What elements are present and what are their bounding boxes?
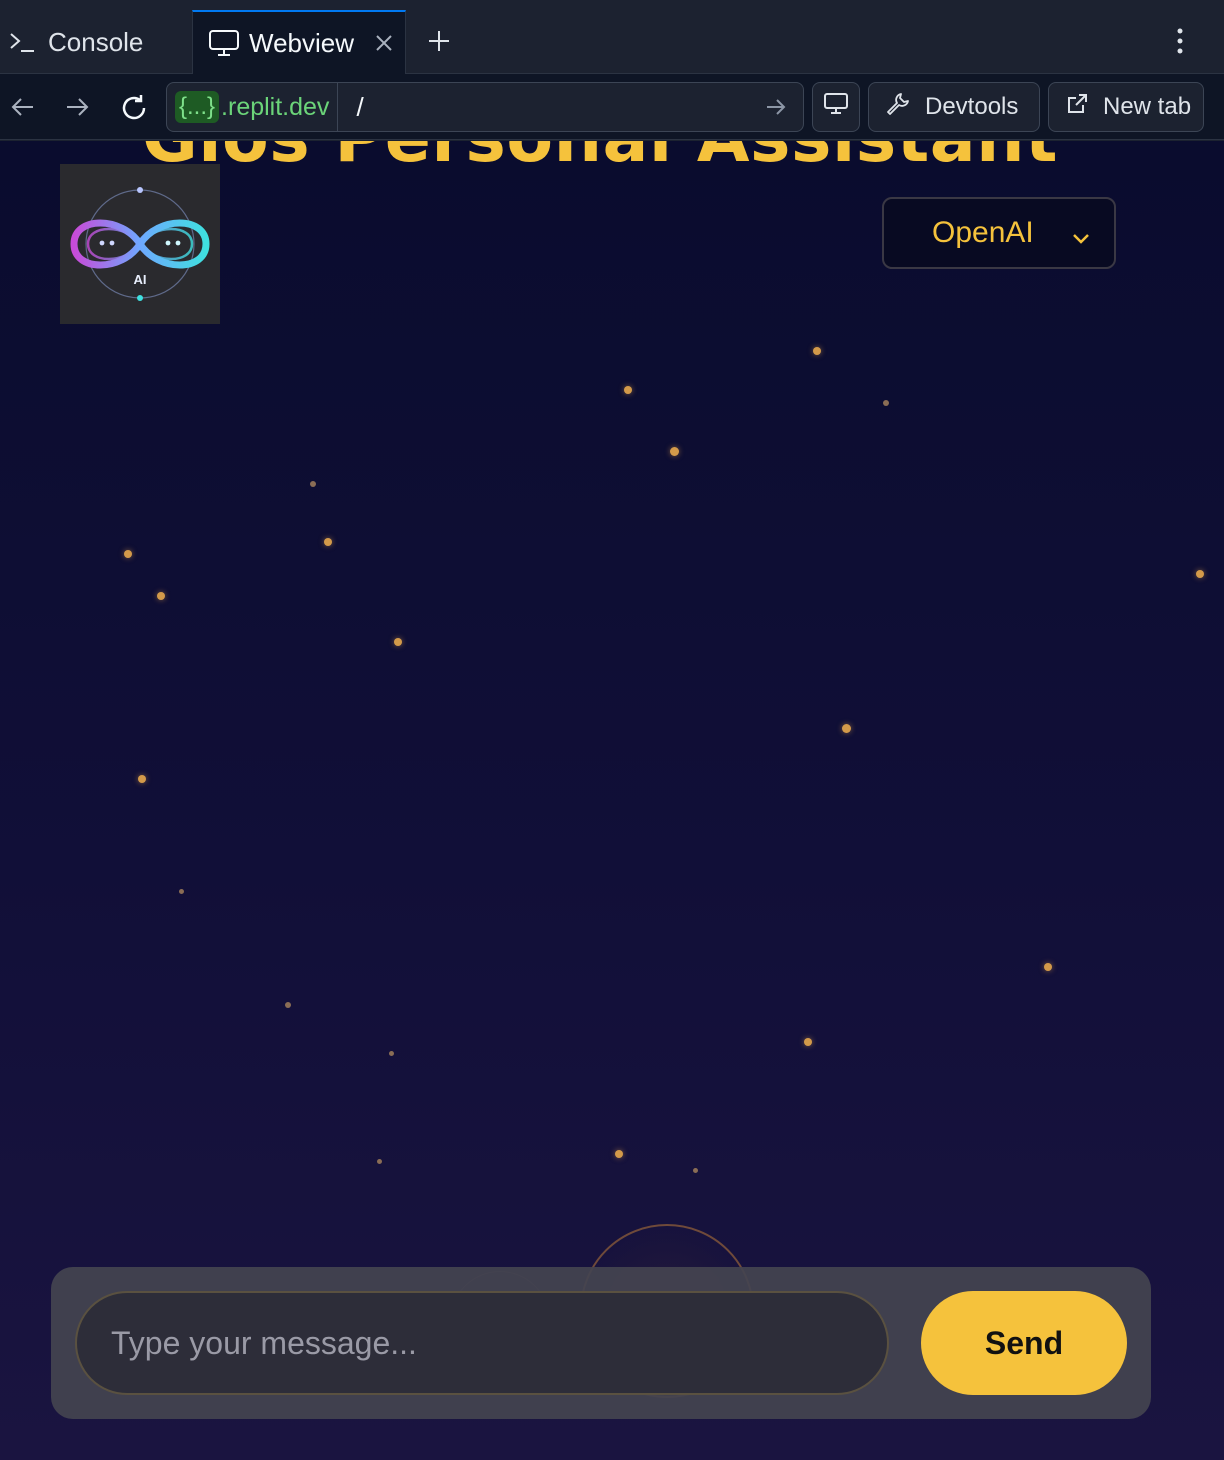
star-dot: [394, 638, 402, 646]
star-dot: [138, 775, 146, 783]
star-dot: [389, 1051, 394, 1056]
message-input[interactable]: [75, 1291, 889, 1395]
close-icon[interactable]: [373, 30, 395, 52]
kebab-icon[interactable]: [1166, 26, 1194, 56]
star-dot: [842, 724, 851, 733]
plus-icon[interactable]: [424, 26, 454, 56]
url-field[interactable]: {...} .replit.dev /: [166, 82, 804, 132]
new-tab-button[interactable]: New tab: [1048, 82, 1204, 132]
arrow-right-icon[interactable]: [62, 92, 92, 122]
url-host-domain: .replit.dev: [221, 92, 330, 121]
url-path[interactable]: /: [338, 92, 761, 123]
wrench-icon: [885, 91, 925, 124]
star-dot: [179, 889, 184, 894]
star-dot: [157, 592, 165, 600]
reload-icon[interactable]: [118, 92, 148, 122]
chat-input-bar: Send: [51, 1267, 1151, 1419]
terminal-icon: [6, 25, 40, 59]
star-dot: [377, 1159, 382, 1164]
star-dot: [693, 1168, 698, 1173]
star-dot: [813, 347, 821, 355]
devtools-button[interactable]: Devtools: [868, 82, 1040, 132]
url-host-badge: {...}: [175, 91, 220, 123]
star-dot: [310, 481, 316, 487]
screen-size-button[interactable]: [812, 82, 860, 132]
star-dot: [1044, 963, 1052, 971]
star-dot: [883, 400, 889, 406]
webview-content: Gios Personal Assistant AI OpenAI: [0, 141, 1224, 1460]
star-dot: [324, 538, 332, 546]
url-host: {...} .replit.dev: [167, 83, 339, 131]
workspace-tab-bar: Console Webview: [0, 0, 1224, 74]
devtools-label: Devtools: [925, 93, 1019, 120]
star-dot: [670, 447, 679, 456]
infinity-logo-icon: AI: [60, 164, 220, 324]
tab-console[interactable]: Console: [0, 10, 190, 74]
star-dot: [285, 1002, 291, 1008]
monitor-icon: [207, 26, 241, 60]
logo-text: AI: [134, 272, 147, 287]
star-dot: [615, 1150, 623, 1158]
arrow-left-icon[interactable]: [8, 92, 38, 122]
model-select-value: OpenAI: [932, 216, 1034, 249]
tab-webview-label: Webview: [249, 27, 355, 58]
star-dot: [1196, 570, 1204, 578]
tab-console-label: Console: [48, 26, 144, 57]
model-select[interactable]: OpenAI: [882, 197, 1116, 269]
go-arrow-icon[interactable]: [761, 92, 791, 122]
star-dot: [804, 1038, 812, 1046]
star-dot: [124, 550, 132, 558]
send-button[interactable]: Send: [921, 1291, 1127, 1395]
external-link-icon: [1065, 92, 1103, 123]
star-dot: [624, 386, 632, 394]
tab-webview[interactable]: Webview: [192, 10, 406, 74]
screen-icon: [823, 91, 849, 124]
chevron-down-icon: [1070, 223, 1092, 245]
new-tab-label: New tab: [1103, 93, 1192, 120]
webview-url-bar: {...} .replit.dev / Devtools New tab: [0, 74, 1224, 140]
